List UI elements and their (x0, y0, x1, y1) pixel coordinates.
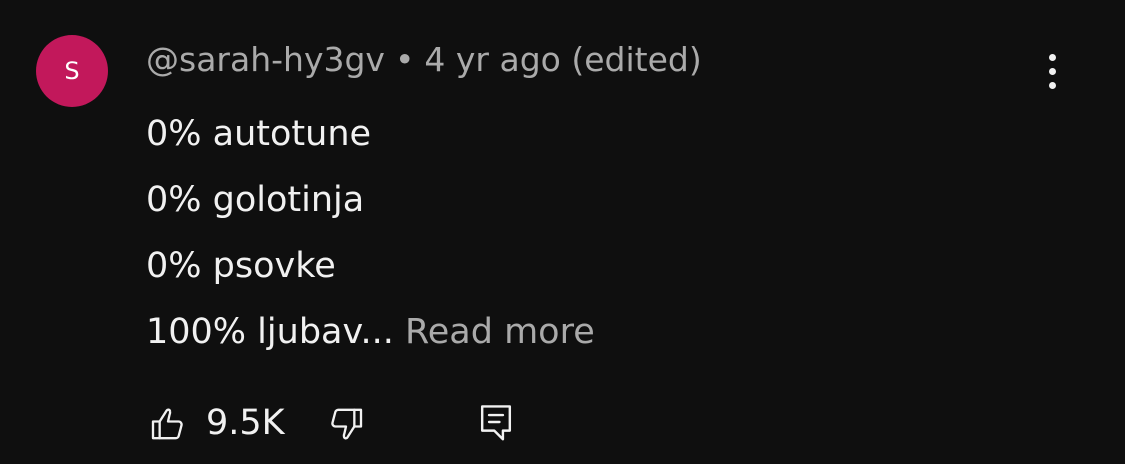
header-separator: • (394, 40, 415, 79)
reply-button[interactable] (474, 400, 518, 444)
comment-line: 100% ljubav... (146, 312, 394, 352)
comment-reply-icon (477, 401, 515, 443)
comment-header: @sarah-hy3gv • 4 yr ago (edited) (146, 38, 702, 82)
comment-line: 0% psovke (146, 246, 336, 286)
comment-line: 0% autotune (146, 114, 372, 154)
comment-text: 0% autotune 0% golotinja 0% psovke 100% … (146, 101, 595, 365)
avatar-initial: S (64, 57, 80, 85)
avatar[interactable]: S (36, 35, 108, 107)
comment-line: 0% golotinja (146, 180, 365, 220)
read-more-link[interactable]: Read more (405, 312, 595, 352)
comment: S @sarah-hy3gv • 4 yr ago (edited) 0% auto… (0, 0, 1125, 464)
more-vertical-icon (1048, 53, 1056, 89)
comment-timestamp[interactable]: 4 yr ago (edited) (424, 40, 701, 79)
like-count: 9.5K (206, 403, 285, 443)
author-handle[interactable]: @sarah-hy3gv (146, 40, 385, 79)
more-actions-button[interactable] (1030, 48, 1074, 94)
comment-actions: 9.5K (146, 398, 546, 450)
thumbs-up-icon (148, 404, 188, 444)
like-button[interactable] (146, 402, 190, 446)
dislike-button[interactable] (324, 402, 368, 446)
thumbs-down-icon (326, 404, 366, 444)
comment-last-line: 100% ljubav... Read more (146, 299, 595, 365)
